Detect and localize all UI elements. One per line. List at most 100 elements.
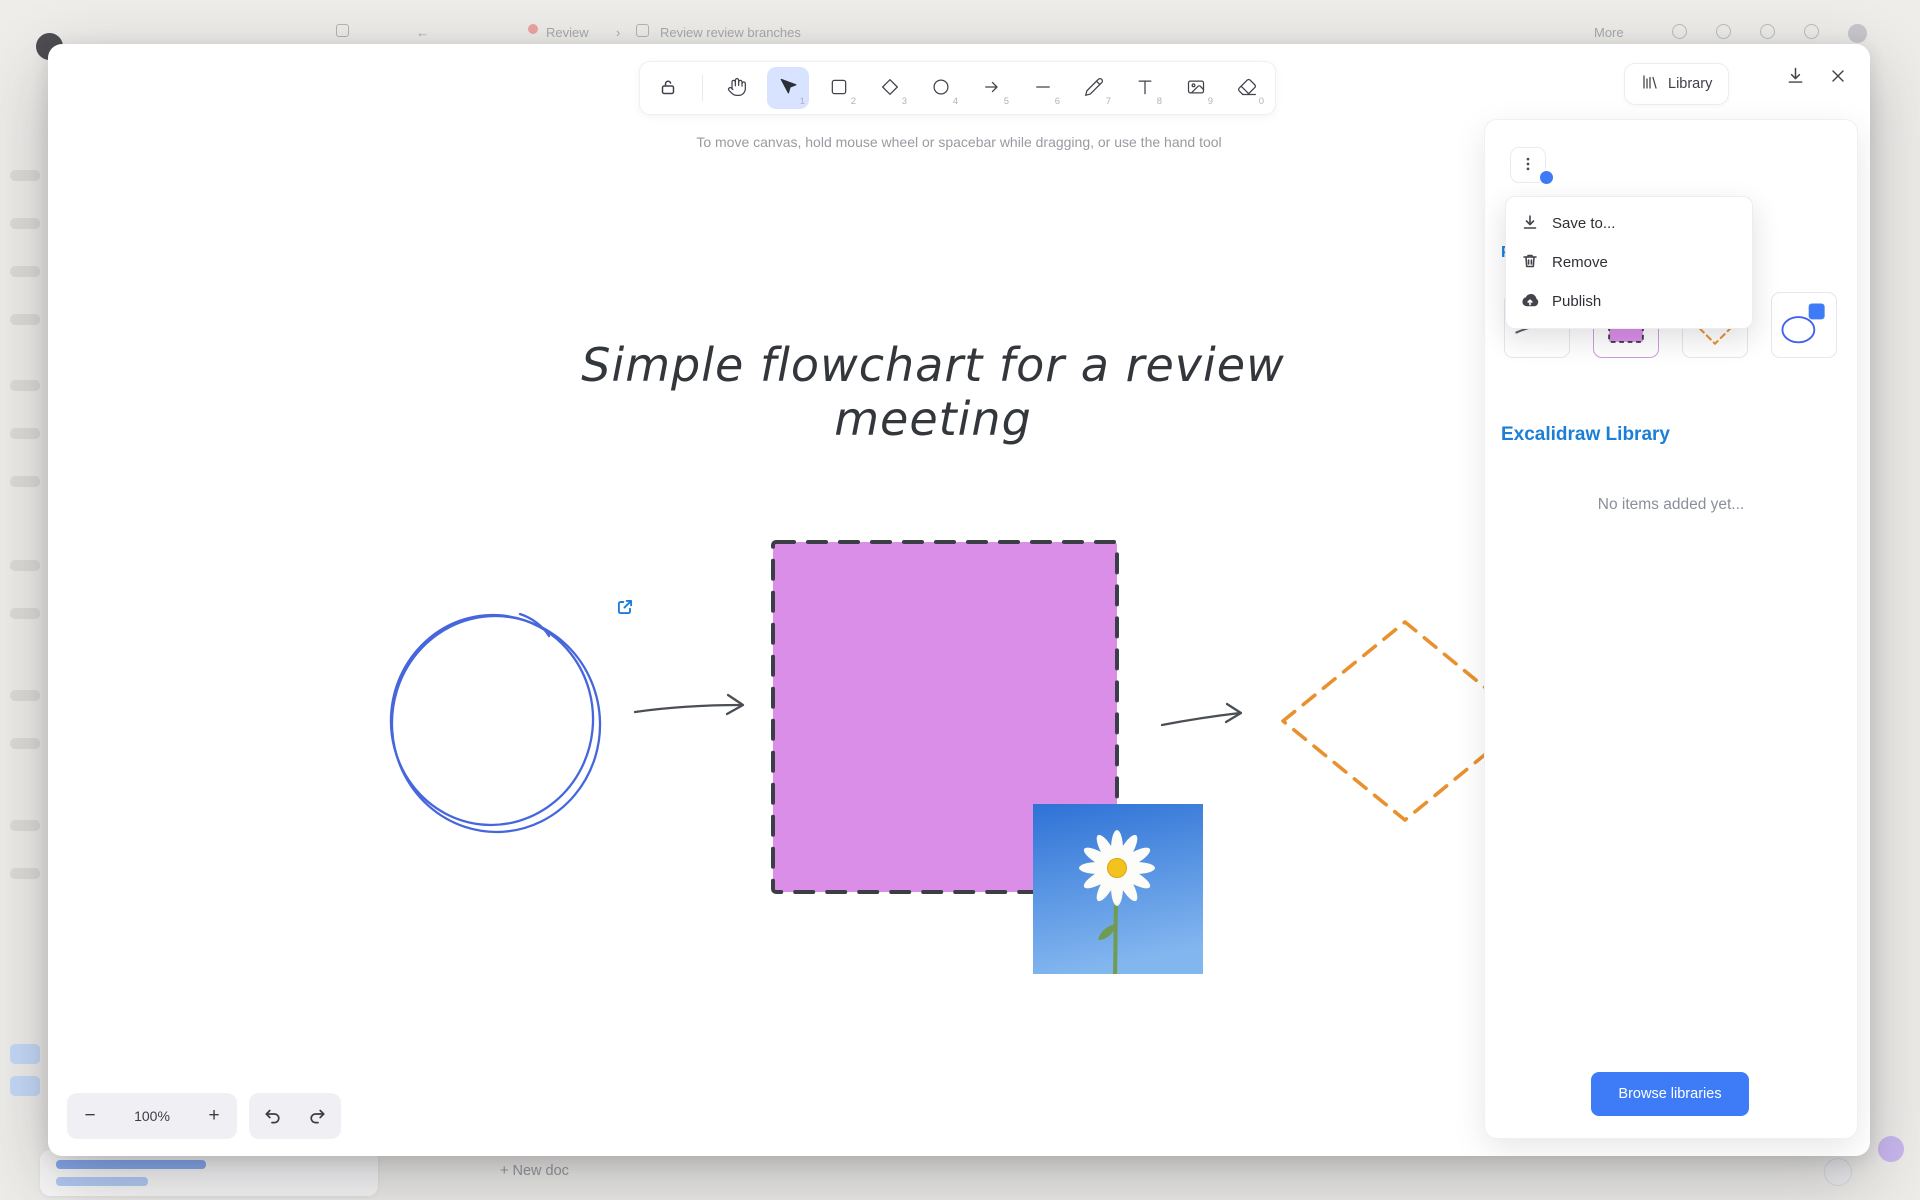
browse-libraries-button[interactable]: Browse libraries xyxy=(1591,1072,1749,1116)
eraser-icon xyxy=(1237,77,1257,100)
history-controls xyxy=(249,1093,341,1139)
sidebar-sliver xyxy=(10,820,40,831)
menu-item-label: Publish xyxy=(1552,293,1602,310)
hand-icon xyxy=(727,77,747,100)
cloud-upload-icon xyxy=(1521,291,1539,313)
toolbar-icon xyxy=(1672,24,1687,39)
grid-icon xyxy=(336,24,349,37)
zoom-controls: − 100% + xyxy=(67,1093,237,1139)
library-item-pending-selection[interactable] xyxy=(1771,292,1837,358)
tool-shortcut: 5 xyxy=(1003,96,1009,107)
chevron-right-icon: › xyxy=(616,25,621,40)
tool-shortcut: 4 xyxy=(952,96,958,107)
selection-cursor-icon xyxy=(778,77,798,100)
tool-shortcut: 9 xyxy=(1207,96,1213,107)
flow-arrow-1[interactable] xyxy=(630,689,760,729)
eraser-tool-button[interactable]: 0 xyxy=(1226,67,1268,109)
daisy-image[interactable] xyxy=(1033,804,1203,974)
zoom-in-button[interactable]: + xyxy=(191,1093,237,1139)
export-download-button[interactable] xyxy=(1776,58,1814,96)
menu-item-label: Remove xyxy=(1552,254,1608,271)
doc-emoji-dot xyxy=(528,24,538,34)
diamond-icon xyxy=(880,77,900,100)
background-doc-card xyxy=(40,1150,378,1196)
canvas-title[interactable]: Simple flowchart for a review meeting xyxy=(513,338,1353,446)
zoom-level[interactable]: 100% xyxy=(113,1108,191,1124)
library-toggle-button[interactable]: Library xyxy=(1625,64,1729,104)
sidebar-sliver xyxy=(10,868,40,879)
tool-shortcut: 0 xyxy=(1258,96,1264,107)
tool-toolbar: 1 2 3 4 5 6 7 8 9 0 xyxy=(640,62,1275,114)
new-doc-label: + New doc xyxy=(500,1163,569,1179)
text-icon xyxy=(1135,77,1155,100)
tool-shortcut: 3 xyxy=(901,96,907,107)
draw-tool-button[interactable]: 7 xyxy=(1073,67,1115,109)
redo-icon xyxy=(308,1105,328,1128)
trash-icon xyxy=(1521,252,1539,274)
tool-shortcut: 8 xyxy=(1156,96,1162,107)
undo-button[interactable] xyxy=(249,1093,295,1139)
selection-tool-button[interactable]: 1 xyxy=(767,67,809,109)
help-button-circle xyxy=(1824,1158,1852,1186)
sketch-circle[interactable] xyxy=(380,602,610,840)
sidebar-sliver xyxy=(10,314,40,325)
sidebar-sliver xyxy=(10,218,40,229)
back-icon: ← xyxy=(416,25,429,40)
avatar xyxy=(1848,24,1867,43)
excalidraw-library-link[interactable]: Excalidraw Library xyxy=(1501,424,1670,446)
toolbar-icon xyxy=(1716,24,1731,39)
toolbar-divider xyxy=(702,75,703,101)
breadcrumb-item: Review xyxy=(546,25,589,40)
menu-item-label: Save to... xyxy=(1552,215,1616,232)
tool-shortcut: 1 xyxy=(799,96,805,107)
diamond-tool-button[interactable]: 3 xyxy=(869,67,911,109)
image-tool-button[interactable]: 9 xyxy=(1175,67,1217,109)
hand-tool-button[interactable] xyxy=(716,67,758,109)
background-top-nav: ← Review › Review review branches More xyxy=(0,24,1920,44)
flow-arrow-2[interactable] xyxy=(1156,696,1256,738)
arrow-icon xyxy=(982,77,1002,100)
sidebar-sliver xyxy=(10,738,40,749)
external-link-icon[interactable] xyxy=(614,596,636,618)
library-empty-message: No items added yet... xyxy=(1597,496,1745,513)
menu-item-remove[interactable]: Remove xyxy=(1506,243,1752,282)
line-tool-button[interactable]: 6 xyxy=(1022,67,1064,109)
download-icon xyxy=(1785,65,1806,89)
minus-icon: − xyxy=(84,1105,96,1126)
zoom-out-button[interactable]: − xyxy=(67,1093,113,1139)
lock-icon xyxy=(658,77,678,100)
line-icon xyxy=(1033,77,1053,100)
ellipse-tool-button[interactable]: 4 xyxy=(920,67,962,109)
doc-card-line xyxy=(56,1160,206,1169)
rectangle-tool-button[interactable]: 2 xyxy=(818,67,860,109)
violet-avatar-dot xyxy=(1878,1136,1904,1162)
sidebar-sliver xyxy=(10,560,40,571)
text-tool-button[interactable]: 8 xyxy=(1124,67,1166,109)
doc-card-line xyxy=(56,1177,148,1186)
toolbar-icon xyxy=(1760,24,1775,39)
more-label: More xyxy=(1594,25,1624,40)
image-icon xyxy=(1186,77,1206,100)
sidebar-sliver xyxy=(10,428,40,439)
library-toggle-label: Library xyxy=(1668,76,1713,92)
close-button[interactable] xyxy=(1819,58,1857,96)
breadcrumb-item: Review review branches xyxy=(660,25,801,40)
sidebar-selected-sliver xyxy=(10,1044,40,1064)
redo-button[interactable] xyxy=(295,1093,341,1139)
tool-shortcut: 2 xyxy=(850,96,856,107)
plus-icon: + xyxy=(208,1105,220,1126)
menu-item-publish[interactable]: Publish xyxy=(1506,282,1752,321)
arrow-tool-button[interactable]: 5 xyxy=(971,67,1013,109)
menu-item-save-to[interactable]: Save to... xyxy=(1506,204,1752,243)
library-dropdown-menu: Save to... Remove Publish xyxy=(1505,196,1753,329)
sidebar-sliver xyxy=(10,690,40,701)
lock-tool-button[interactable] xyxy=(647,67,689,109)
sidebar-sliver xyxy=(10,608,40,619)
download-icon xyxy=(1521,213,1539,235)
tool-shortcut: 7 xyxy=(1105,96,1111,107)
sidebar-sliver xyxy=(10,380,40,391)
sidebar-selected-sliver xyxy=(10,1076,40,1096)
sidebar-sliver xyxy=(10,476,40,487)
tool-shortcut: 6 xyxy=(1054,96,1060,107)
rectangle-icon xyxy=(829,77,849,100)
